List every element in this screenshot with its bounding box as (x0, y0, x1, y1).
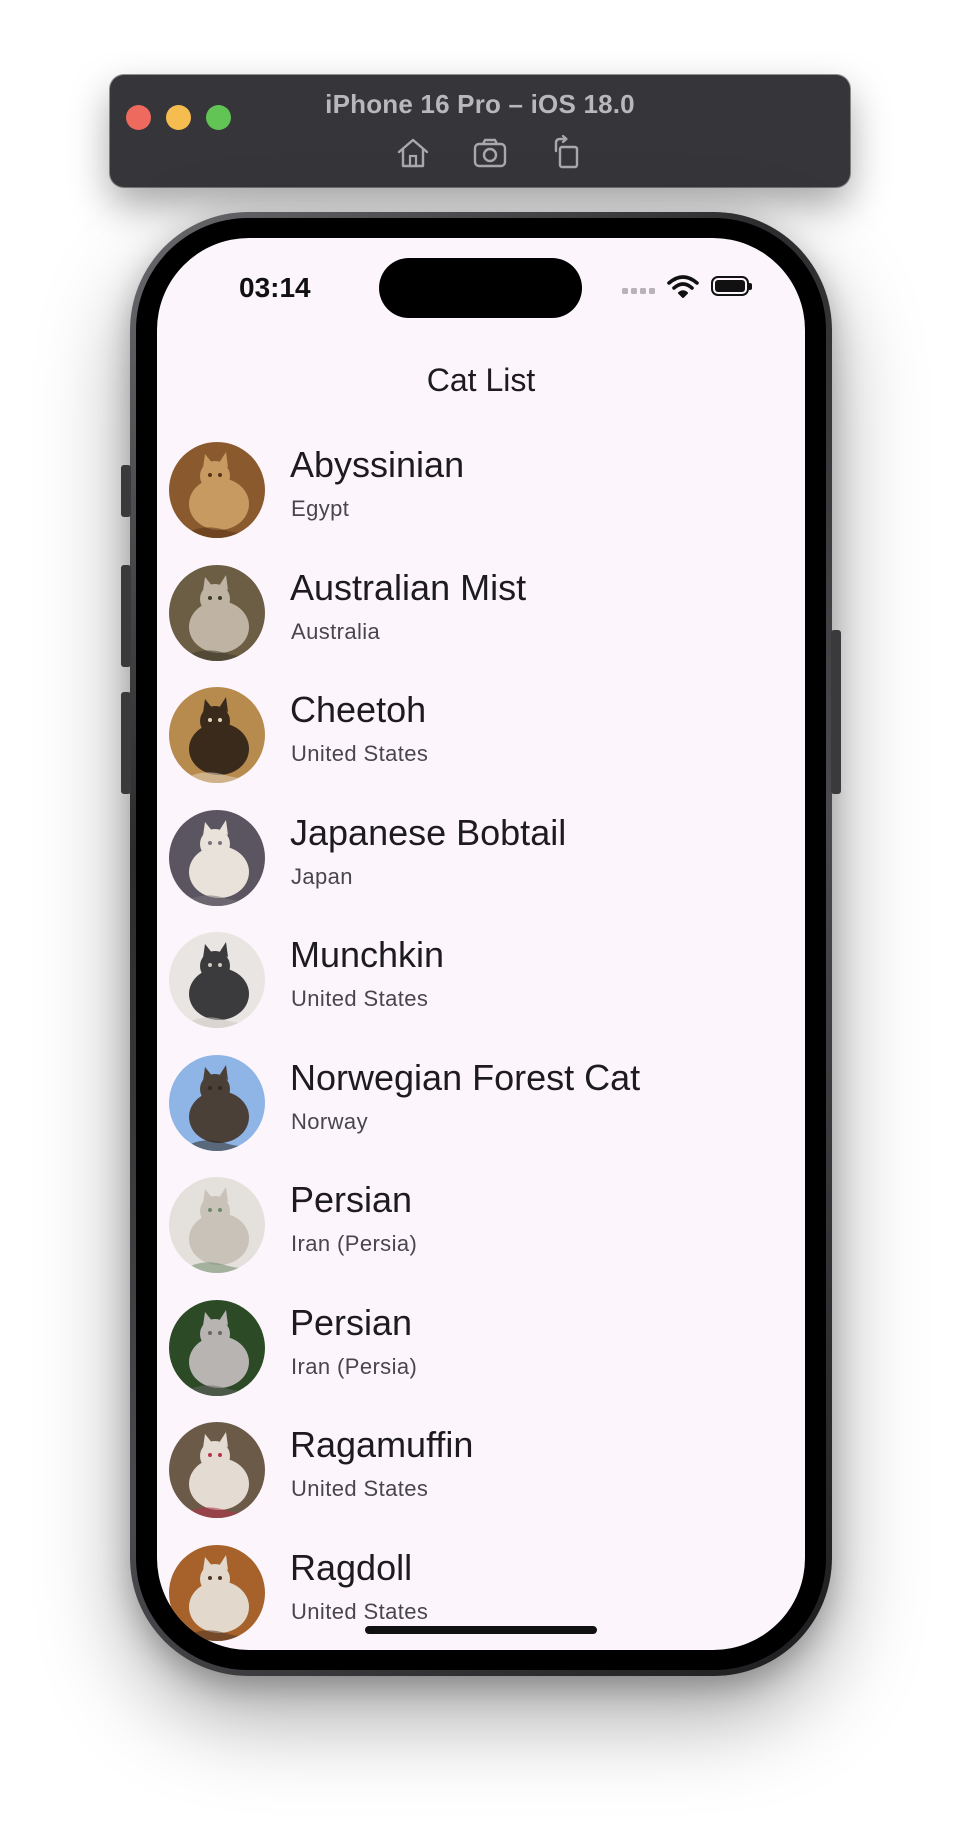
cat-avatar (169, 1177, 265, 1273)
cat-list[interactable]: Abyssinian Egypt Australian Mist Australia C… (157, 430, 805, 1650)
screenshot-icon[interactable] (470, 133, 510, 173)
cat-origin: United States (291, 1476, 429, 1501)
list-item[interactable]: Japanese Bobtail Japan (157, 798, 805, 921)
cat-origin: Iran (Persia) (291, 1353, 418, 1379)
phone-screen: 03:14 Cat List Abyssinian Egypt Australian… (157, 238, 805, 1650)
cat-name: Persian (290, 1301, 413, 1343)
simulator-stage: iPhone 16 Pro – iOS 18.0 03:14 Cat List … (0, 0, 962, 1828)
cat-name: Munchkin (290, 934, 445, 975)
simulator-toolbar (110, 133, 850, 173)
cat-avatar (169, 809, 265, 906)
cat-avatar (169, 1544, 265, 1641)
cat-avatar (169, 687, 265, 783)
list-item[interactable]: Norwegian Forest Cat Norway (157, 1043, 805, 1166)
battery-icon (711, 276, 752, 296)
cat-name: Persian (290, 1179, 413, 1220)
cat-avatar (169, 1299, 265, 1396)
app-bar-title: Cat List (426, 362, 536, 398)
side-power-button[interactable] (831, 630, 841, 794)
cat-origin: Australia (291, 618, 381, 644)
cellular-signal-icon (622, 274, 655, 298)
cat-name: Norwegian Forest Cat (290, 1056, 641, 1098)
status-indicators (622, 274, 752, 298)
cat-avatar (169, 1054, 265, 1151)
cat-origin: Norway (291, 1108, 368, 1134)
list-item[interactable]: Munchkin United States (157, 920, 805, 1043)
list-item[interactable]: Ragamuffin United States (157, 1410, 805, 1533)
home-icon[interactable] (393, 133, 433, 173)
cat-avatar (169, 442, 265, 538)
cat-name: Ragdoll (290, 1546, 413, 1588)
list-item[interactable]: Persian Iran (Persia) (157, 1165, 805, 1288)
cat-name: Australian Mist (290, 566, 527, 608)
simulator-title-bar: iPhone 16 Pro – iOS 18.0 (110, 75, 850, 187)
wifi-icon (667, 274, 699, 298)
cat-origin: Iran (Persia) (291, 1231, 418, 1256)
cat-origin: Japan (291, 863, 353, 889)
volume-up-button[interactable] (121, 565, 131, 667)
cat-avatar (169, 564, 265, 661)
rotate-icon[interactable] (547, 133, 587, 173)
action-button[interactable] (121, 465, 131, 517)
simulator-title: iPhone 16 Pro – iOS 18.0 (325, 89, 635, 119)
list-item[interactable]: Abyssinian Egypt (157, 430, 805, 553)
cat-name: Ragamuffin (290, 1424, 474, 1465)
cat-avatar (169, 932, 265, 1028)
dynamic-island (379, 258, 582, 318)
cat-origin: Egypt (291, 496, 350, 521)
cat-avatar (169, 1422, 265, 1518)
list-item[interactable]: Australian Mist Australia (157, 553, 805, 676)
cat-name: Cheetoh (290, 689, 427, 730)
list-item[interactable]: Persian Iran (Persia) (157, 1288, 805, 1411)
status-time: 03:14 (239, 272, 311, 303)
list-item[interactable]: Cheetoh United States (157, 675, 805, 798)
cat-origin: United States (291, 1598, 429, 1624)
cat-name: Abyssinian (290, 444, 465, 485)
cat-origin: United States (291, 741, 429, 766)
cat-origin: United States (291, 986, 429, 1011)
home-indicator[interactable] (365, 1626, 597, 1634)
cat-name: Japanese Bobtail (290, 811, 567, 853)
volume-down-button[interactable] (121, 692, 131, 794)
